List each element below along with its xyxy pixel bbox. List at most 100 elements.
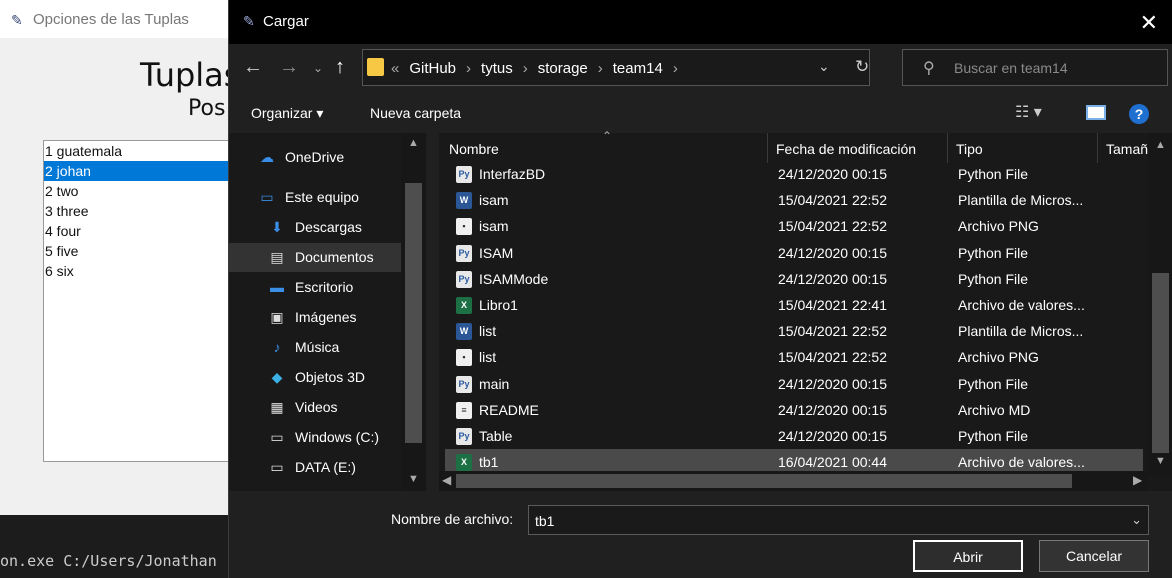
search-input[interactable]: ⚲ Buscar en team14 xyxy=(902,49,1168,86)
sidebar-item-documentos[interactable]: ▤ Documentos xyxy=(229,243,401,272)
file-row[interactable]: Wisam 15/04/2021 22:52 Plantilla de Micros… xyxy=(445,187,1143,213)
scroll-up-icon[interactable]: ▲ xyxy=(408,137,419,149)
filename-field[interactable]: tb1 ⌄ xyxy=(528,505,1149,535)
file-name: README xyxy=(479,401,539,418)
breadcrumb-item[interactable]: storage xyxy=(538,60,588,77)
recent-dropdown-icon[interactable]: ⌄ xyxy=(313,61,323,75)
breadcrumb-item[interactable]: GitHub xyxy=(409,60,456,77)
background-window: ✎ Opciones de las Tuplas Tuplas Pos 1 gu… xyxy=(0,0,243,515)
breadcrumb-separator-icon[interactable]: › xyxy=(523,60,528,77)
file-row[interactable]: Wlist 15/04/2021 22:52 Plantilla de Micros… xyxy=(445,318,1143,344)
sidebar-item-im-genes[interactable]: ▣ Imágenes xyxy=(229,303,401,332)
scroll-down-icon[interactable]: ▼ xyxy=(408,473,419,485)
file-name: Libro1 xyxy=(479,297,518,313)
column-divider[interactable] xyxy=(1097,133,1098,163)
file-date: 15/04/2021 22:52 xyxy=(778,323,887,340)
file-type: Archivo PNG xyxy=(958,218,1039,235)
breadcrumb-separator-icon[interactable]: › xyxy=(466,60,471,77)
list-item[interactable]: 4 four xyxy=(44,221,242,241)
chevron-down-icon[interactable]: ⌄ xyxy=(1131,512,1142,528)
scrollbar-thumb[interactable] xyxy=(456,474,1072,488)
file-row[interactable]: Py main 24/12/2020 00:15 Python File xyxy=(445,371,1143,397)
organize-button[interactable]: Organizar ▾ xyxy=(251,105,323,122)
sidebar-item-descargas[interactable]: ⬇ Descargas xyxy=(229,213,401,242)
file-row[interactable]: ▪ list 15/04/2021 22:52 Archivo PNG xyxy=(445,344,1143,370)
python-file-icon: Py xyxy=(456,270,472,288)
file-name: main xyxy=(479,375,510,392)
scroll-right-icon[interactable]: ▶ xyxy=(1133,473,1142,487)
column-divider[interactable] xyxy=(767,133,768,163)
list-item[interactable]: 6 six xyxy=(44,261,242,281)
dialog-footer: Nombre de archivo: tb1 ⌄ Abrir Cancelar xyxy=(229,492,1172,578)
open-button[interactable]: Abrir xyxy=(913,540,1023,572)
list-item[interactable]: 2 two xyxy=(44,181,242,201)
column-divider[interactable] xyxy=(947,133,948,163)
navigation-scrollbar[interactable]: ▲ ▼ xyxy=(401,133,426,491)
background-window-titlebar: ✎ Opciones de las Tuplas xyxy=(0,0,240,38)
filename-value: tb1 xyxy=(535,513,555,529)
refresh-icon[interactable]: ↻ xyxy=(855,57,869,77)
sidebar-item-escritorio[interactable]: ▬ Escritorio xyxy=(229,273,401,302)
file-list-vertical-scrollbar[interactable]: ▲ ▼ xyxy=(1148,133,1172,475)
desktop-icon: ▬ xyxy=(270,279,284,295)
sidebar-item-m-sica[interactable]: ♪ Música xyxy=(229,333,401,362)
sidebar-item-label: Música xyxy=(295,339,340,355)
view-options-icon[interactable]: ☷ ▾ xyxy=(1015,102,1042,122)
file-list-horizontal-scrollbar[interactable]: ◀ ▶ xyxy=(439,471,1148,491)
address-bar[interactable]: « GitHub › tytus › storage › team14 › ⌄ ↻ xyxy=(362,49,870,86)
file-row[interactable]: Py ISAMMode 24/12/2020 00:15 Python File xyxy=(445,266,1143,292)
scrollbar-thumb[interactable] xyxy=(1152,273,1169,453)
chevron-down-icon[interactable]: ⌄ xyxy=(818,58,830,75)
document-icon: ▤ xyxy=(270,249,284,265)
breadcrumb-item[interactable]: team14 xyxy=(613,60,663,77)
file-row[interactable]: Py ISAM 24/12/2020 00:15 Python File xyxy=(445,240,1143,266)
sidebar-item-label: Windows (C:) xyxy=(295,429,380,445)
sidebar-item-objetos-3d[interactable]: ◆ Objetos 3D xyxy=(229,363,401,392)
up-arrow-icon[interactable]: ↑ xyxy=(335,56,345,79)
column-date[interactable]: Fecha de modificación xyxy=(776,141,916,157)
file-name: Table xyxy=(479,428,513,444)
cancel-button[interactable]: Cancelar xyxy=(1039,540,1149,572)
preview-pane-icon[interactable] xyxy=(1086,105,1106,120)
file-date: 15/04/2021 22:52 xyxy=(778,349,887,366)
png-file-icon: ▪ xyxy=(456,218,472,236)
column-type[interactable]: Tipo xyxy=(956,141,983,157)
file-row[interactable]: ▪ isam 15/04/2021 22:52 Archivo PNG xyxy=(445,213,1143,239)
breadcrumb-overflow-icon[interactable]: « xyxy=(391,60,399,77)
file-row[interactable]: X Libro1 15/04/2021 22:41 Archivo de valore… xyxy=(445,292,1143,318)
sidebar-item-data-e[interactable]: ▭ DATA (E:) xyxy=(229,453,401,482)
breadcrumb-item[interactable]: tytus xyxy=(481,60,513,77)
file-row[interactable]: ≡ README 24/12/2020 00:15 Archivo MD xyxy=(445,397,1143,423)
list-item[interactable]: 2 johan xyxy=(44,161,242,181)
tuple-listbox[interactable]: 1 guatemala 2 johan 2 two 3 three 4 four 5 fi… xyxy=(43,140,243,462)
sidebar-item-este-equipo[interactable]: ▭ Este equipo xyxy=(229,183,401,212)
list-item[interactable]: 3 three xyxy=(44,201,242,221)
file-date: 15/04/2021 22:52 xyxy=(778,192,887,209)
text-file-icon: ≡ xyxy=(456,401,472,419)
forward-arrow-icon[interactable]: → xyxy=(279,56,299,79)
help-icon[interactable]: ? xyxy=(1129,104,1149,124)
cube-icon: ◆ xyxy=(271,369,283,385)
file-name: isam xyxy=(479,192,509,209)
breadcrumb-separator-icon[interactable]: › xyxy=(598,60,603,77)
column-name[interactable]: Nombre xyxy=(449,141,499,157)
column-size[interactable]: Tamañ xyxy=(1106,141,1148,157)
breadcrumb-separator-icon[interactable]: › xyxy=(673,60,678,77)
sidebar-item-onedrive[interactable]: ☁ OneDrive xyxy=(229,143,401,172)
scroll-up-icon[interactable]: ▲ xyxy=(1155,139,1166,151)
excel-file-icon: X xyxy=(456,454,472,472)
file-name: ISAM xyxy=(479,244,514,261)
scroll-down-icon[interactable]: ▼ xyxy=(1155,455,1166,467)
back-arrow-icon[interactable]: ← xyxy=(243,56,263,79)
close-icon[interactable]: ✕ xyxy=(1140,10,1158,36)
scroll-left-icon[interactable]: ◀ xyxy=(442,473,451,487)
scrollbar-thumb[interactable] xyxy=(405,183,422,443)
sidebar-item-windows-c[interactable]: ▭ Windows (C:) xyxy=(229,423,401,452)
sidebar-item-label: Este equipo xyxy=(285,189,359,205)
file-row[interactable]: Py Table 24/12/2020 00:15 Python File xyxy=(445,423,1143,449)
new-folder-button[interactable]: Nueva carpeta xyxy=(370,105,461,121)
list-item[interactable]: 1 guatemala xyxy=(44,141,242,161)
list-item[interactable]: 5 five xyxy=(44,241,242,261)
sidebar-item-videos[interactable]: ▦ Videos xyxy=(229,393,401,422)
file-row[interactable]: Py InterfazBD 24/12/2020 00:15 Python File xyxy=(445,161,1143,187)
